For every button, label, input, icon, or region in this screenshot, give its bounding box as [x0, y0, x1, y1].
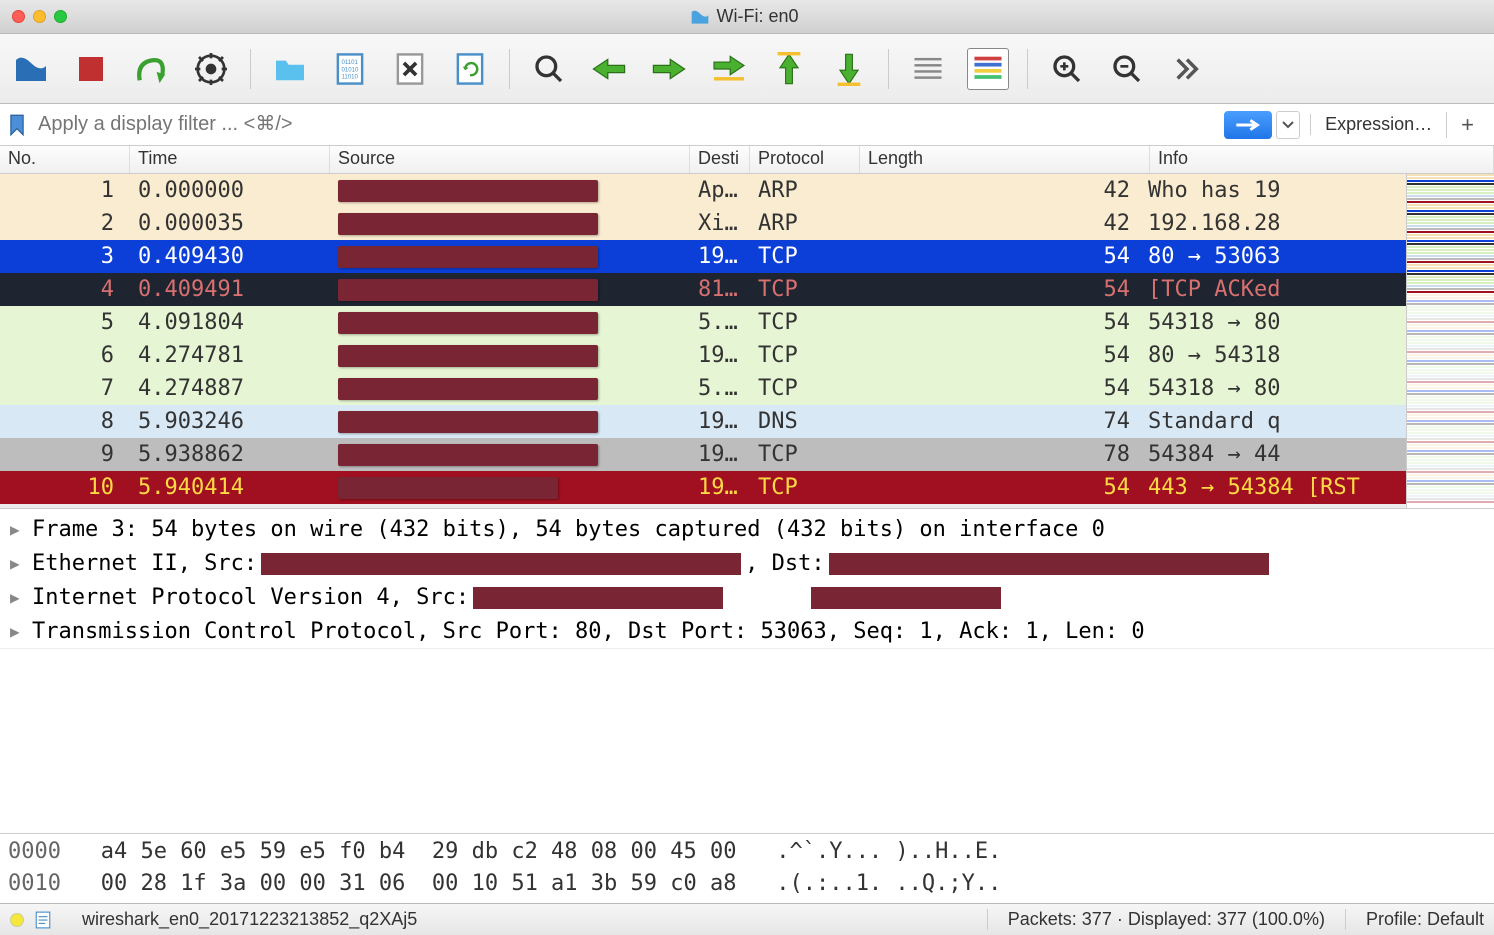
packet-row[interactable]: 105.94041419…TCP54443 → 54384 [RST — [0, 471, 1494, 504]
close-window-button[interactable] — [12, 10, 25, 23]
minimize-window-button[interactable] — [33, 10, 46, 23]
toolbar-more-button[interactable] — [1166, 48, 1208, 90]
redacted-source — [338, 312, 598, 334]
zoom-in-button[interactable] — [1046, 48, 1088, 90]
detail-tcp[interactable]: ▶Transmission Control Protocol, Src Port… — [10, 615, 1484, 648]
column-source[interactable]: Source — [330, 146, 690, 173]
expand-icon[interactable]: ▶ — [10, 547, 32, 581]
expand-icon[interactable]: ▶ — [10, 513, 32, 547]
packet-list[interactable]: 10.000000Ap…ARP42Who has 1920.000035Xi…A… — [0, 174, 1494, 508]
packet-details-pane[interactable]: ▶Frame 3: 54 bytes on wire (432 bits), 5… — [0, 508, 1494, 648]
packet-row[interactable]: 54.0918045.…TCP5454318 → 80 — [0, 306, 1494, 339]
go-first-button[interactable] — [768, 48, 810, 90]
column-length[interactable]: Length — [860, 146, 1150, 173]
column-protocol[interactable]: Protocol — [750, 146, 860, 173]
expression-button[interactable]: Expression… — [1310, 114, 1446, 135]
open-file-button[interactable] — [269, 48, 311, 90]
column-time[interactable]: Time — [130, 146, 330, 173]
hex-row[interactable]: 0010 00 28 1f 3a 00 00 31 06 00 10 51 a1… — [8, 868, 1486, 900]
auto-scroll-button[interactable] — [907, 48, 949, 90]
hex-row[interactable]: 0000 a4 5e 60 e5 59 e5 f0 b4 29 db c2 48… — [8, 836, 1486, 868]
wireshark-logo-button[interactable] — [10, 48, 52, 90]
redacted-source — [338, 345, 598, 367]
bookmark-icon[interactable] — [6, 114, 28, 136]
column-destination[interactable]: Desti — [690, 146, 750, 173]
packet-row[interactable]: 10.000000Ap…ARP42Who has 19 — [0, 174, 1494, 207]
detail-ip[interactable]: ▶Internet Protocol Version 4, Src: — [10, 581, 1484, 615]
redacted-source — [338, 246, 598, 268]
maximize-window-button[interactable] — [54, 10, 67, 23]
redacted-source — [338, 378, 598, 400]
status-filename: wireshark_en0_20171223213852_q2XAj5 — [82, 909, 417, 930]
wireshark-icon — [690, 7, 710, 27]
save-file-button[interactable]: 011010101011010 — [329, 48, 371, 90]
reload-file-button[interactable] — [449, 48, 491, 90]
column-info[interactable]: Info — [1150, 146, 1494, 173]
detail-ethernet[interactable]: ▶Ethernet II, Src: , Dst: — [10, 547, 1484, 581]
add-filter-button[interactable]: + — [1446, 112, 1488, 138]
svg-text:11010: 11010 — [342, 74, 359, 80]
status-packet-count: Packets: 377 · Displayed: 377 (100.0%) — [987, 909, 1345, 930]
column-no[interactable]: No. — [0, 146, 130, 173]
redacted-source — [338, 411, 598, 433]
capture-file-props-icon[interactable] — [34, 911, 52, 929]
redacted-source — [338, 444, 598, 466]
redacted-source — [338, 477, 558, 499]
redacted-dst-ip — [811, 587, 1001, 609]
colorize-button[interactable] — [967, 48, 1009, 90]
packet-row[interactable]: 40.40949181…TCP54[TCP ACKed — [0, 273, 1494, 306]
packet-row[interactable]: 74.2748875.…TCP5454318 → 80 — [0, 372, 1494, 405]
svg-text:01010: 01010 — [342, 67, 359, 73]
titlebar: Wi-Fi: en0 — [0, 0, 1494, 34]
zoom-out-button[interactable] — [1106, 48, 1148, 90]
detail-frame[interactable]: ▶Frame 3: 54 bytes on wire (432 bits), 5… — [10, 513, 1484, 547]
redacted-src-mac — [261, 553, 741, 575]
traffic-lights — [12, 10, 67, 23]
packet-row[interactable]: 64.27478119…TCP5480 → 54318 — [0, 339, 1494, 372]
redacted-source — [338, 279, 598, 301]
go-back-button[interactable] — [588, 48, 630, 90]
apply-filter-button[interactable] — [1224, 111, 1272, 139]
find-button[interactable] — [528, 48, 570, 90]
main-toolbar: 011010101011010 — [0, 34, 1494, 104]
expand-icon[interactable]: ▶ — [10, 615, 32, 648]
go-last-button[interactable] — [828, 48, 870, 90]
expand-icon[interactable]: ▶ — [10, 581, 32, 615]
packet-minimap[interactable] — [1406, 174, 1494, 508]
filter-history-dropdown[interactable] — [1276, 111, 1300, 139]
status-bar: wireshark_en0_20171223213852_q2XAj5 Pack… — [0, 903, 1494, 935]
svg-text:01101: 01101 — [342, 60, 359, 66]
display-filter-bar: Expression… + — [0, 104, 1494, 146]
go-forward-button[interactable] — [648, 48, 690, 90]
window-title: Wi-Fi: en0 — [716, 6, 798, 27]
capture-options-button[interactable] — [190, 48, 232, 90]
redacted-src-ip — [473, 587, 723, 609]
packet-bytes-pane[interactable]: 0000 a4 5e 60 e5 59 e5 f0 b4 29 db c2 48… — [0, 833, 1494, 903]
packet-row[interactable]: 20.000035Xi…ARP42192.168.28 — [0, 207, 1494, 240]
status-profile[interactable]: Profile: Default — [1345, 909, 1484, 930]
go-to-packet-button[interactable] — [708, 48, 750, 90]
restart-capture-button[interactable] — [130, 48, 172, 90]
redacted-source — [338, 180, 598, 202]
stop-capture-button[interactable] — [70, 48, 112, 90]
packet-row[interactable]: 85.90324619…DNS74Standard q — [0, 405, 1494, 438]
packet-row[interactable]: 30.40943019…TCP5480 → 53063 — [0, 240, 1494, 273]
packet-list-header: No. Time Source Desti Protocol Length In… — [0, 146, 1494, 174]
display-filter-input[interactable] — [34, 109, 1224, 140]
spacer — [0, 648, 1494, 833]
expert-info-led[interactable] — [10, 913, 24, 927]
redacted-dst-mac — [829, 553, 1269, 575]
packet-row[interactable]: 95.93886219…TCP7854384 → 44 — [0, 438, 1494, 471]
close-file-button[interactable] — [389, 48, 431, 90]
redacted-source — [338, 213, 598, 235]
